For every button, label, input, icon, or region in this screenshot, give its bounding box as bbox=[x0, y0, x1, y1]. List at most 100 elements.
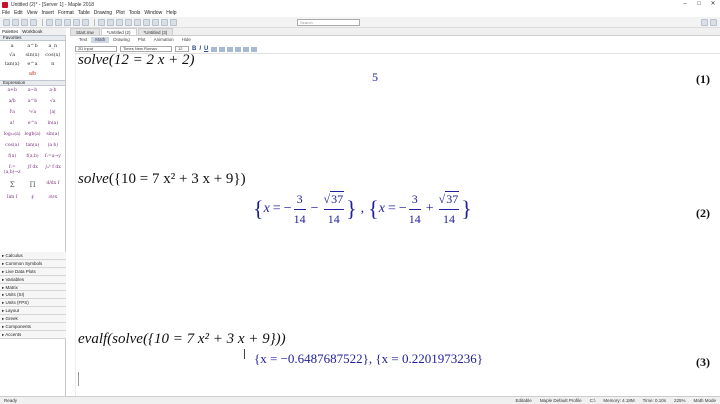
palette-item-product[interactable]: Π bbox=[22, 181, 42, 189]
palette-item[interactable]: e^a bbox=[22, 121, 42, 126]
palette-item[interactable]: ∮ bbox=[22, 195, 42, 200]
status-zoom[interactable]: 225% bbox=[674, 398, 686, 403]
open-icon[interactable] bbox=[12, 18, 19, 26]
palette-item-fraction[interactable]: a/b bbox=[0, 71, 65, 77]
execute-icon[interactable] bbox=[125, 18, 132, 26]
palette-item[interactable]: ⁿ√a bbox=[22, 110, 42, 115]
cut-icon[interactable] bbox=[46, 18, 53, 26]
palette-item[interactable]: f(a,b) bbox=[22, 154, 42, 159]
prompt-icon[interactable] bbox=[116, 18, 123, 26]
print-icon[interactable] bbox=[30, 18, 37, 26]
palette-layout[interactable]: ▸ Layout bbox=[0, 307, 66, 316]
palette-item[interactable]: a^b bbox=[22, 43, 42, 49]
palette-units-si[interactable]: ▸ Units (SI) bbox=[0, 291, 66, 300]
input-line-3[interactable]: evalf(solve({10 = 7 x² + 3 x + 9})) bbox=[78, 331, 286, 348]
minimize-button[interactable]: – bbox=[678, 0, 692, 9]
list-icon[interactable] bbox=[251, 46, 258, 52]
math-mode-icon[interactable] bbox=[107, 18, 114, 26]
restart-icon[interactable] bbox=[143, 18, 150, 26]
palette-item[interactable]: ∂/∂x bbox=[43, 195, 63, 200]
save-icon[interactable] bbox=[21, 18, 28, 26]
align-center-icon[interactable] bbox=[235, 46, 242, 52]
palette-item[interactable]: ∜a bbox=[2, 110, 22, 115]
mode-tab-drawing[interactable]: Drawing bbox=[109, 37, 134, 43]
palette-common-symbols[interactable]: ▸ Common Symbols bbox=[0, 259, 66, 268]
help-icon[interactable] bbox=[170, 18, 177, 26]
new-icon[interactable] bbox=[3, 18, 10, 26]
font-size-select[interactable]: 12 bbox=[175, 46, 189, 52]
cloud-icon[interactable] bbox=[701, 19, 708, 26]
palette-units-fps[interactable]: ▸ Units (FPS) bbox=[0, 299, 66, 308]
menu-window[interactable]: Window bbox=[144, 10, 162, 16]
menu-insert[interactable]: Insert bbox=[41, 10, 54, 16]
font-select[interactable]: Times New Roman bbox=[120, 46, 172, 52]
palette-item-sum[interactable]: Σ bbox=[2, 181, 22, 189]
menu-tools[interactable]: Tools bbox=[129, 10, 141, 16]
style-select[interactable]: 2D Input bbox=[75, 46, 117, 52]
execute-all-icon[interactable] bbox=[134, 18, 141, 26]
palette-item[interactable]: cos(a) bbox=[2, 143, 22, 148]
palette-item[interactable]: ∫f dx bbox=[22, 165, 42, 175]
palette-item[interactable]: f:=a→y bbox=[43, 154, 63, 159]
input-line-1[interactable]: solve(12 = 2 x + 2) bbox=[78, 54, 194, 69]
doc-tab-start[interactable]: Start.mw bbox=[70, 28, 100, 35]
menu-plot[interactable]: Plot bbox=[116, 10, 125, 16]
underline-button[interactable]: U bbox=[204, 46, 208, 52]
palette-components[interactable]: ▸ Components bbox=[0, 323, 66, 331]
input-line-2[interactable]: solve({10 = 7 x² + 3 x + 9}) bbox=[78, 171, 246, 188]
mode-tab-hide[interactable]: Hide bbox=[178, 37, 195, 43]
menu-view[interactable]: View bbox=[27, 10, 38, 16]
palette-item[interactable]: cos(x) bbox=[43, 52, 63, 58]
palette-greek[interactable]: ▸ Greek bbox=[0, 315, 66, 324]
palette-item[interactable]: a^b bbox=[22, 99, 42, 104]
palette-item[interactable]: a/b bbox=[2, 99, 22, 104]
redo-icon[interactable] bbox=[82, 18, 89, 26]
palette-item[interactable]: e^a bbox=[22, 61, 42, 67]
mode-tab-text[interactable]: Text bbox=[75, 37, 91, 43]
italic-button[interactable]: I bbox=[199, 46, 201, 52]
palette-item[interactable]: f:=(a,b)→z bbox=[2, 165, 22, 175]
menu-table[interactable]: Table bbox=[78, 10, 90, 16]
zoom-icon[interactable] bbox=[161, 18, 168, 26]
palette-item[interactable]: lim f bbox=[2, 195, 22, 200]
palette-item[interactable]: a−b bbox=[22, 88, 42, 93]
search-input[interactable]: Search bbox=[297, 19, 360, 26]
align-left-icon[interactable] bbox=[227, 46, 234, 52]
palette-item[interactable]: log₁₀(a) bbox=[2, 132, 22, 137]
palette-item[interactable]: √a bbox=[43, 99, 63, 104]
mode-tab-animation[interactable]: Animation bbox=[150, 37, 178, 43]
palette-item[interactable]: a+b bbox=[2, 88, 22, 93]
menu-edit[interactable]: Edit bbox=[14, 10, 23, 16]
palette-item[interactable]: sin(x) bbox=[22, 52, 42, 58]
palette-matrix[interactable]: ▸ Matrix bbox=[0, 283, 66, 292]
highlight-icon[interactable] bbox=[219, 46, 226, 52]
text-mode-icon[interactable] bbox=[98, 18, 105, 26]
menu-format[interactable]: Format bbox=[58, 10, 74, 16]
palette-item[interactable]: |a| bbox=[43, 110, 63, 115]
copy-icon[interactable] bbox=[55, 18, 62, 26]
menu-help[interactable]: Help bbox=[166, 10, 176, 16]
doc-tab-untitled-3[interactable]: *Untitled (3) bbox=[137, 28, 174, 35]
bold-button[interactable]: B bbox=[192, 46, 196, 52]
palette-item[interactable]: π bbox=[43, 61, 63, 67]
align-right-icon[interactable] bbox=[243, 46, 250, 52]
palette-live-data-plots[interactable]: ▸ Live Data Plots bbox=[0, 267, 66, 276]
undo-icon[interactable] bbox=[73, 18, 80, 26]
tab-palettes[interactable]: Palettes bbox=[0, 28, 21, 35]
settings-icon[interactable] bbox=[710, 19, 717, 26]
mode-tab-math[interactable]: Math bbox=[91, 37, 110, 43]
color-icon[interactable] bbox=[211, 46, 218, 52]
worksheet[interactable]: solve(12 = 2 x + 2) 5 (1) solve({10 = 7 … bbox=[70, 54, 720, 396]
palette-item[interactable]: f(a) bbox=[2, 154, 22, 159]
palette-item[interactable]: logb(a) bbox=[22, 132, 42, 137]
palette-item[interactable]: a_n bbox=[43, 43, 63, 49]
doc-tab-untitled-2[interactable]: *Untitled (2) bbox=[100, 28, 137, 35]
palette-item[interactable]: sin(a) bbox=[43, 132, 63, 137]
palette-item[interactable]: a·b bbox=[43, 88, 63, 93]
palette-item[interactable]: a bbox=[2, 43, 22, 49]
palette-item[interactable]: tan(x) bbox=[2, 61, 22, 67]
stop-icon[interactable] bbox=[152, 18, 159, 26]
paste-icon[interactable] bbox=[64, 18, 71, 26]
palette-item[interactable]: a! bbox=[2, 121, 22, 126]
close-button[interactable]: ✕ bbox=[706, 0, 720, 9]
